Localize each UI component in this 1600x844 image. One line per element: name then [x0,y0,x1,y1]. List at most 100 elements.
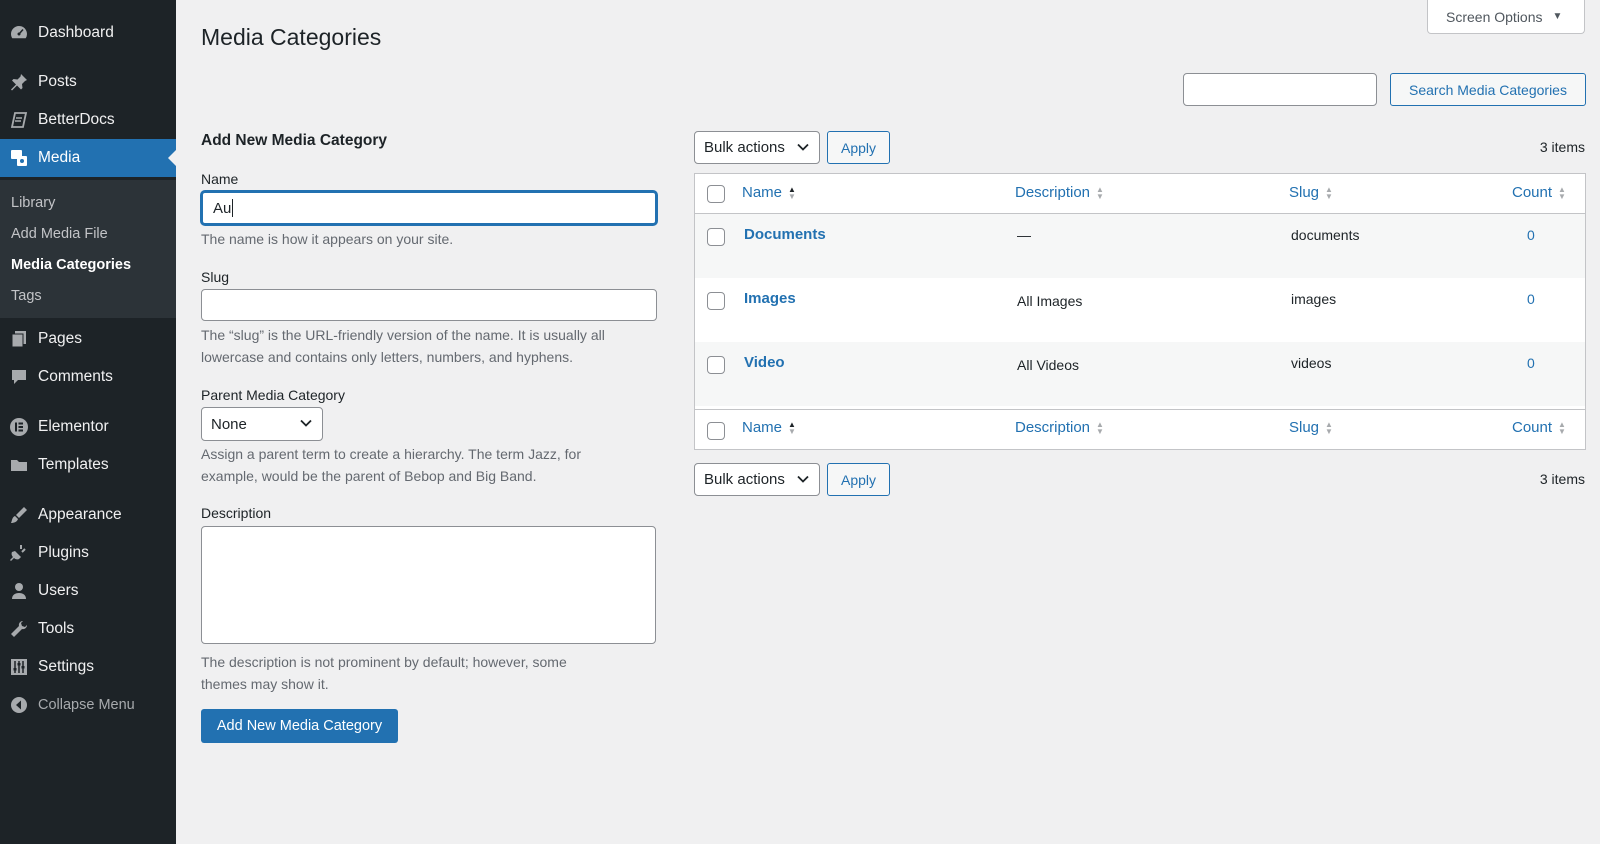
menu-label: BetterDocs [38,111,115,128]
column-footer-count[interactable]: Count ▲ ▼ [1512,419,1566,436]
menu-label: Users [38,582,79,599]
menu-item-pages[interactable]: Pages [0,320,176,358]
docs-icon [8,109,30,131]
menu-item-settings[interactable]: Settings [0,648,176,686]
menu-item-posts[interactable]: Posts [0,63,176,101]
column-footer-name[interactable]: Name ▲ ▼ [742,419,796,436]
column-footer-slug[interactable]: Slug ▲ ▼ [1289,419,1333,436]
form-title: Add New Media Category [201,132,388,149]
category-description: All Videos [1017,357,1080,373]
menu-item-betterdocs[interactable]: BetterDocs [0,101,176,139]
row-checkbox[interactable] [707,292,725,310]
menu-item-plugins[interactable]: Plugins [0,534,176,572]
pin-icon [8,71,30,93]
slug-help-line: The “slug” is the URL-friendly version o… [201,327,605,343]
row-checkbox[interactable] [707,356,725,374]
select-all-checkbox-footer[interactable] [707,422,725,440]
sort-icon: ▲ ▼ [1558,184,1566,201]
column-header-slug[interactable]: Slug ▲ ▼ [1289,184,1333,201]
slug-label: Slug [201,269,230,285]
parent-select[interactable]: None [201,407,323,441]
search-input[interactable] [1183,73,1377,106]
description-help-line: themes may show it. [201,676,329,692]
bulk-actions-select-bottom[interactable]: Bulk actions [694,463,820,496]
parent-help-line: example, would be the parent of Bebop an… [201,468,537,484]
menu-item-elementor[interactable]: Elementor [0,408,176,446]
menu-label: Comments [38,368,113,385]
parent-label: Parent Media Category [201,387,345,403]
bulk-actions-select-top[interactable]: Bulk actions [694,131,820,164]
add-new-category-button[interactable]: Add New Media Category [201,709,398,743]
category-name-link[interactable]: Images [744,290,796,307]
text-caret [232,199,234,217]
pages-icon [8,328,30,350]
menu-label: Plugins [38,544,89,561]
menu-label: Templates [38,456,109,473]
category-description: — [1017,227,1031,243]
table-footer-row: Name ▲ ▼ Description ▲ ▼ Slug ▲ ▼ Count ▲ ▼ [695,409,1585,449]
collapse-menu-button[interactable]: Collapse Menu [0,686,176,724]
column-label: Name [742,184,783,201]
slug-help: The “slug” is the URL-friendly version o… [201,324,651,368]
menu-label: Media [38,149,81,166]
category-name-link[interactable]: Documents [744,226,826,243]
name-input[interactable]: Au [201,191,657,225]
apply-button-bottom[interactable]: Apply [827,463,890,496]
submenu-item-tags[interactable]: Tags [11,288,42,304]
user-icon [8,580,30,602]
slug-input[interactable] [201,289,657,321]
search-button[interactable]: Search Media Categories [1390,73,1586,106]
menu-item-templates[interactable]: Templates [0,446,176,484]
parent-help: Assign a parent term to create a hierarc… [201,443,651,487]
column-label: Count [1512,419,1553,436]
media-icon [8,147,30,169]
column-header-count[interactable]: Count ▲ ▼ [1512,184,1566,201]
folder-icon [8,454,30,476]
menu-item-comments[interactable]: Comments [0,358,176,396]
menu-label: Elementor [38,418,109,435]
submenu-item-library[interactable]: Library [11,195,55,211]
submenu-item-add-media-file[interactable]: Add Media File [11,226,108,242]
apply-button-top[interactable]: Apply [827,131,890,164]
menu-item-media[interactable]: Media [0,139,176,177]
menu-label: Dashboard [38,24,114,41]
category-count-link[interactable]: 0 [1527,355,1535,371]
row-checkbox[interactable] [707,228,725,246]
menu-label: Posts [38,73,77,90]
categories-table: Name ▲ ▼ Description ▲ ▼ Slug ▲ ▼ Count ▲ ▼ … [694,173,1586,450]
sort-icon: ▲ ▼ [1558,419,1566,436]
sort-icon: ▲ ▼ [1096,184,1104,201]
screen-options-button[interactable]: Screen Options ▼ [1427,0,1585,34]
category-count-link[interactable]: 0 [1527,227,1535,243]
table-header-row: Name ▲ ▼ Description ▲ ▼ Slug ▲ ▼ Count ▲ ▼ [695,174,1585,214]
chevron-down-icon [796,471,810,488]
table-row: Video All Videos videos 0 [695,342,1585,406]
column-footer-description[interactable]: Description ▲ ▼ [1015,419,1104,436]
dashboard-icon [8,22,30,44]
column-header-name[interactable]: Name ▲ ▼ [742,184,796,201]
page-title: Media Categories [201,24,382,50]
name-input-value: Au [213,199,232,217]
description-textarea[interactable] [201,526,656,644]
sliders-icon [8,656,30,678]
chevron-down-icon [796,139,810,156]
category-count-link[interactable]: 0 [1527,291,1535,307]
sort-icon: ▲ ▼ [788,184,796,201]
menu-item-users[interactable]: Users [0,572,176,610]
menu-item-tools[interactable]: Tools [0,610,176,648]
chevron-down-icon [299,416,313,433]
menu-label: Pages [38,330,82,347]
column-header-description[interactable]: Description ▲ ▼ [1015,184,1104,201]
column-label: Count [1512,184,1553,201]
menu-item-dashboard[interactable]: Dashboard [0,14,176,52]
submenu-item-media-categories[interactable]: Media Categories [11,257,131,273]
column-label: Description [1015,419,1091,436]
category-description: All Images [1017,293,1083,309]
table-row: Images All Images images 0 [695,278,1585,342]
brush-icon [8,504,30,526]
description-label: Description [201,505,272,521]
category-slug: documents [1291,227,1360,243]
select-all-checkbox[interactable] [707,185,725,203]
menu-item-appearance[interactable]: Appearance [0,496,176,534]
category-name-link[interactable]: Video [744,354,785,371]
